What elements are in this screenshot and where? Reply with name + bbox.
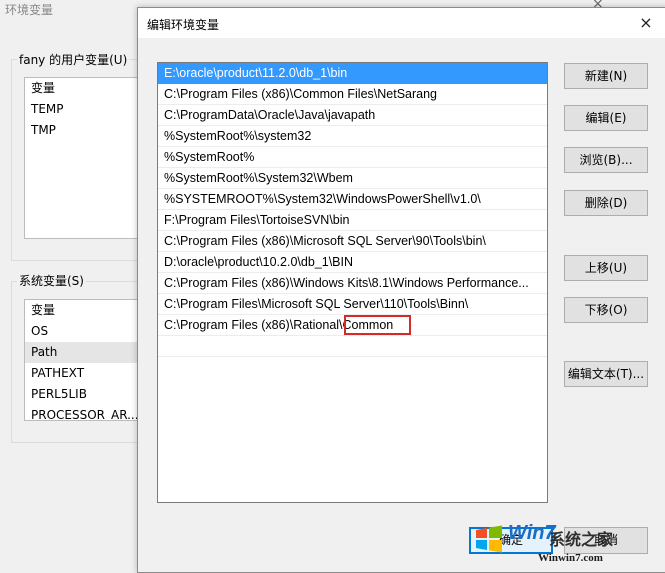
path-item[interactable]: C:\Program Files\Microsoft SQL Server\11…: [158, 294, 547, 315]
user-variables-list[interactable]: 变量 TEMP TMP: [24, 77, 146, 239]
path-text: %SystemRoot%\System32\Wbem: [164, 171, 353, 185]
red-highlight-box: [344, 315, 411, 335]
dialog-titlebar[interactable]: 编辑环境变量 ×: [138, 8, 665, 38]
list-item-selected[interactable]: Path: [25, 342, 145, 363]
user-variables-label: fany 的用户变量(U): [17, 51, 130, 68]
path-text: %SystemRoot%: [164, 150, 255, 164]
dialog-title: 编辑环境变量: [147, 18, 220, 32]
column-header-variable[interactable]: 变量: [25, 78, 145, 99]
path-text: C:\ProgramData\Oracle\Java\javapath: [164, 108, 376, 122]
path-item[interactable]: %SystemRoot%\System32\Wbem: [158, 168, 547, 189]
path-item-empty[interactable]: [158, 336, 547, 357]
edit-button[interactable]: 编辑(E): [564, 105, 648, 131]
list-item[interactable]: TMP: [25, 120, 145, 141]
path-item[interactable]: C:\Program Files (x86)\Microsoft SQL Ser…: [158, 231, 547, 252]
path-text: %SystemRoot%\system32: [164, 129, 312, 143]
column-header-variable[interactable]: 变量: [25, 300, 145, 321]
list-item[interactable]: PATHEXT: [25, 363, 145, 384]
path-item[interactable]: F:\Program Files\TortoiseSVN\bin: [158, 210, 547, 231]
path-text: C:\Program Files\Microsoft SQL Server\11…: [164, 297, 469, 311]
path-item[interactable]: C:\Program Files (x86)\Common Files\NetS…: [158, 84, 547, 105]
new-button[interactable]: 新建(N): [564, 63, 648, 89]
browse-button[interactable]: 浏览(B)...: [564, 147, 648, 173]
path-text: %SYSTEMROOT%\System32\WindowsPowerShell\…: [164, 192, 481, 206]
windows-logo-icon: [476, 525, 502, 553]
path-text: D:\oracle\product\10.2.0\db_1\BIN: [164, 255, 354, 269]
path-text: E:\oracle\product\11.2.0\db_1\bin: [164, 66, 348, 80]
path-item[interactable]: C:\ProgramData\Oracle\Java\javapath: [158, 105, 547, 126]
list-item[interactable]: PERL5LIB: [25, 384, 145, 405]
edit-text-button[interactable]: 编辑文本(T)...: [564, 361, 648, 387]
path-item[interactable]: C:\Program Files (x86)\Windows Kits\8.1\…: [158, 273, 547, 294]
path-item-selected[interactable]: E:\oracle\product\11.2.0\db_1\bin: [158, 63, 547, 84]
list-item[interactable]: OS: [25, 321, 145, 342]
list-item[interactable]: TEMP: [25, 99, 145, 120]
watermark-url: Winwin7.com: [538, 552, 603, 564]
watermark-site-name: 系统之家: [549, 530, 614, 549]
path-text: C:\Program Files (x86)\Microsoft SQL Ser…: [164, 234, 486, 248]
move-up-button[interactable]: 上移(U): [564, 255, 648, 281]
path-text: C:\Program Files (x86)\Common Files\NetS…: [164, 87, 437, 101]
delete-button[interactable]: 删除(D): [564, 190, 648, 216]
path-item[interactable]: %SYSTEMROOT%\System32\WindowsPowerShell\…: [158, 189, 547, 210]
watermark: Win7 系统之家 Winwin7.com: [466, 520, 665, 571]
system-variables-label: 系统变量(S): [17, 272, 86, 289]
path-list[interactable]: E:\oracle\product\11.2.0\db_1\bin C:\Pro…: [157, 62, 548, 503]
path-text: C:\Program Files (x86)\Windows Kits\8.1\…: [164, 276, 529, 290]
path-text: F:\Program Files\TortoiseSVN\bin: [164, 213, 350, 227]
path-item[interactable]: %SystemRoot%\system32: [158, 126, 547, 147]
path-item[interactable]: D:\oracle\product\10.2.0\db_1\BIN: [158, 252, 547, 273]
list-item[interactable]: PROCESSOR_AR...: [25, 405, 145, 420]
system-variables-list[interactable]: 变量 OS Path PATHEXT PERL5LIB PROCESSOR_AR…: [24, 299, 146, 421]
edit-environment-variable-dialog: 编辑环境变量 × E:\oracle\product\11.2.0\db_1\b…: [137, 7, 665, 573]
move-down-button[interactable]: 下移(O): [564, 297, 648, 323]
window-title: 环境变量: [5, 3, 54, 17]
path-item[interactable]: %SystemRoot%: [158, 147, 547, 168]
close-icon[interactable]: ×: [633, 12, 659, 34]
